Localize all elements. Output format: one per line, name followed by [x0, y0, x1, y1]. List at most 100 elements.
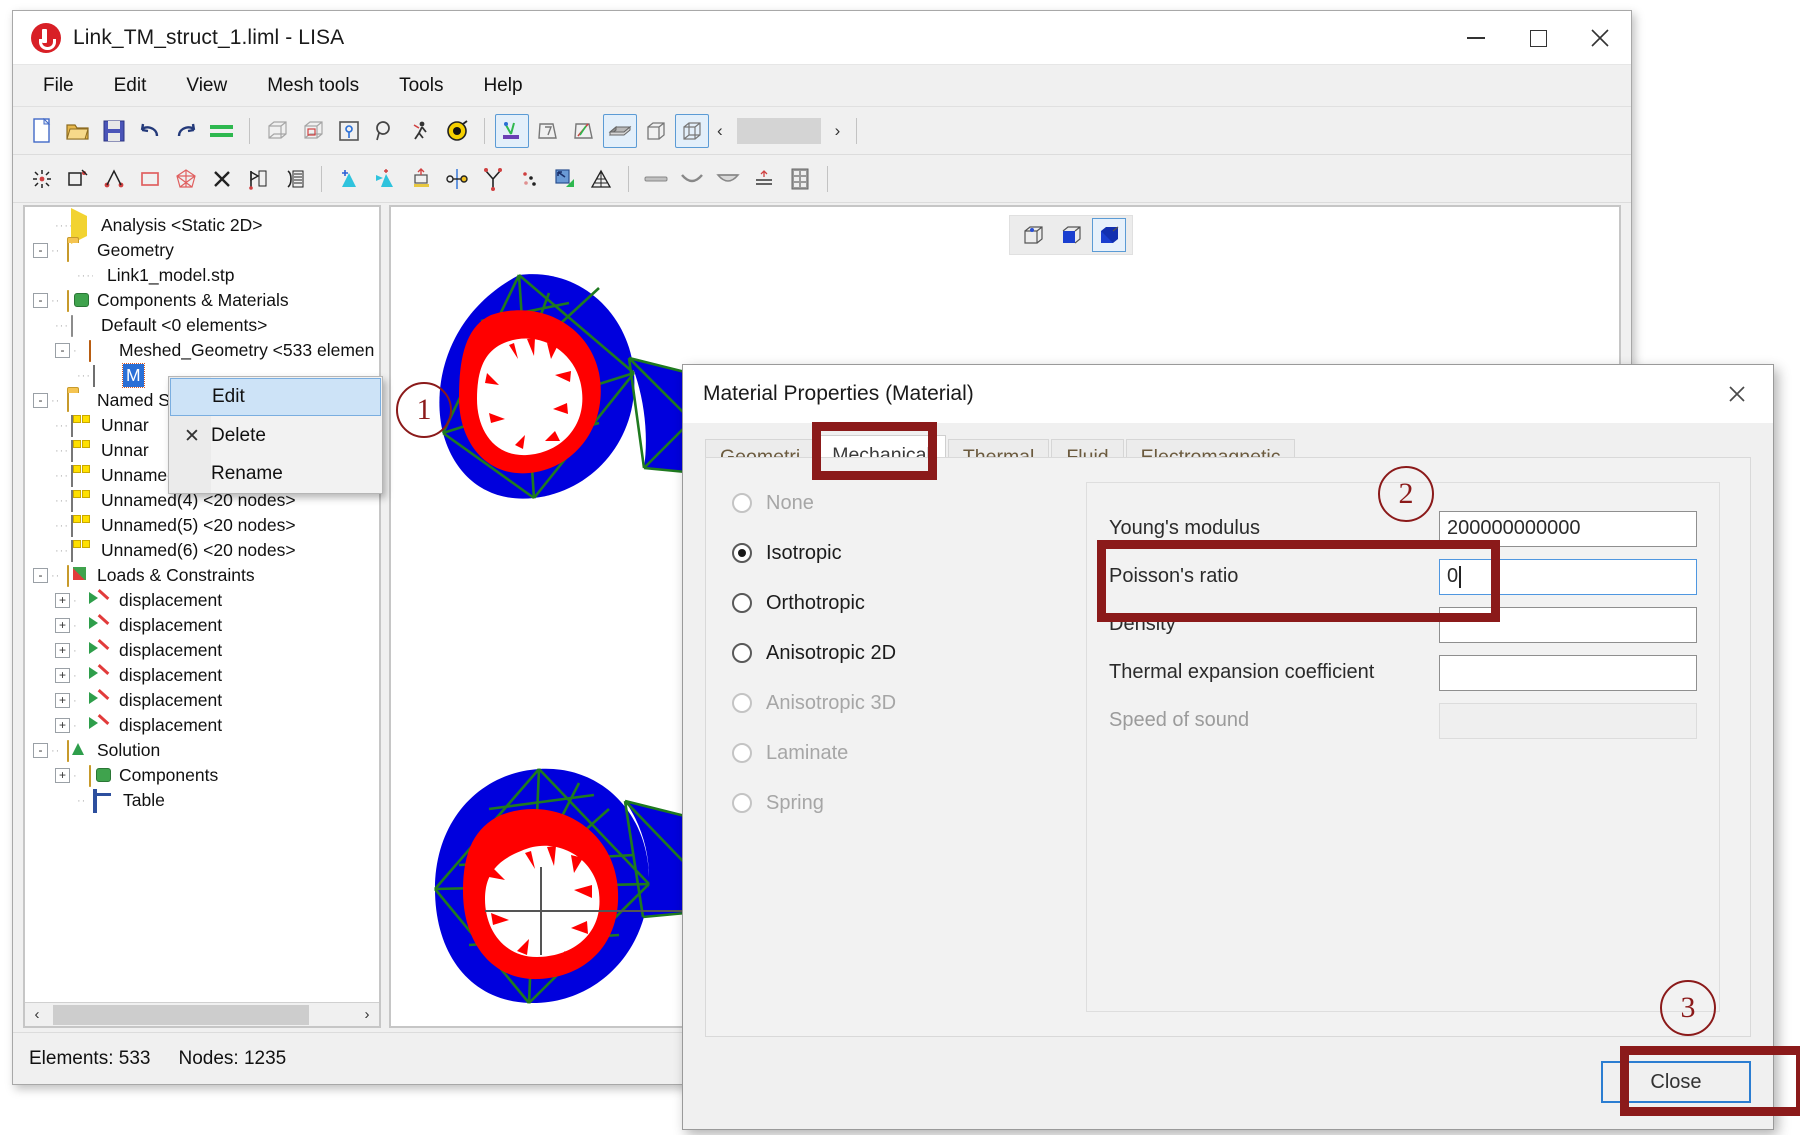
tree-expander[interactable]: -: [55, 343, 70, 358]
edge-select-icon[interactable]: [567, 114, 601, 148]
redo-icon[interactable]: [169, 114, 203, 148]
mirror-icon[interactable]: [440, 162, 474, 196]
close-button[interactable]: Close: [1601, 1061, 1751, 1103]
shaded-edges-view-button[interactable]: [1054, 218, 1088, 252]
context-menu-item-delete[interactable]: ✕ Delete: [169, 417, 382, 455]
menu-help[interactable]: Help: [479, 72, 526, 100]
tree-expander[interactable]: -: [33, 568, 48, 583]
triangle-flag-icon[interactable]: [368, 162, 402, 196]
tree-item-geometry[interactable]: - ·· Geometry: [33, 238, 379, 263]
wireframe-view-button[interactable]: [1016, 218, 1050, 252]
tree-item-solution-components[interactable]: + · Components: [33, 763, 379, 788]
open-folder-icon[interactable]: [61, 114, 95, 148]
close-button[interactable]: [1569, 11, 1631, 65]
polyhedron-icon[interactable]: [169, 162, 203, 196]
rectangle-icon[interactable]: [133, 162, 167, 196]
solid-slab-icon[interactable]: [603, 113, 637, 148]
mesh-tool-icon[interactable]: [495, 113, 529, 148]
tree-item-displacement-4[interactable]: + · displacement: [33, 663, 379, 688]
toolbar-overflow-right-arrow[interactable]: ›: [829, 121, 847, 141]
radio-option-anisotropic-2d[interactable]: Anisotropic 2D: [732, 628, 1086, 678]
radio-indicator[interactable]: [732, 543, 752, 563]
extrude-icon[interactable]: [404, 162, 438, 196]
tree-expander[interactable]: +: [55, 593, 70, 608]
shaded-view-button[interactable]: [1092, 218, 1126, 252]
shell-element-icon[interactable]: [675, 162, 709, 196]
tree-expander[interactable]: -: [33, 393, 48, 408]
surface-patch-icon[interactable]: [531, 114, 565, 148]
triangle-mesh-icon[interactable]: [584, 162, 618, 196]
mesh-cube-icon[interactable]: [675, 113, 709, 148]
wireframe-cube-icon[interactable]: [260, 114, 294, 148]
tree-item-unnamed-5[interactable]: ··· Unnamed(5) <20 nodes>: [33, 513, 379, 538]
arrow-region-icon[interactable]: [548, 162, 582, 196]
undo-icon[interactable]: [133, 114, 167, 148]
split-icon[interactable]: [476, 162, 510, 196]
tree-expander[interactable]: +: [55, 668, 70, 683]
tree-item-displacement-3[interactable]: + · displacement: [33, 638, 379, 663]
tree-expander[interactable]: +: [55, 768, 70, 783]
tree-item-displacement-6[interactable]: + · displacement: [33, 713, 379, 738]
tree-expander[interactable]: -: [33, 743, 48, 758]
tree-horizontal-scrollbar[interactable]: ‹ ›: [25, 1002, 379, 1026]
list-flag-icon[interactable]: [277, 162, 311, 196]
equals-lines-icon[interactable]: [205, 114, 239, 148]
density-input[interactable]: [1439, 606, 1697, 643]
triangle-up-icon[interactable]: [332, 162, 366, 196]
sizing-icon[interactable]: [747, 162, 781, 196]
tree-item-analysis[interactable]: ···· Analysis <Static 2D>: [33, 208, 379, 244]
menu-tools[interactable]: Tools: [395, 72, 447, 100]
box-outline-icon[interactable]: [639, 114, 673, 148]
new-document-icon[interactable]: [25, 114, 59, 148]
context-menu-item-edit[interactable]: Edit: [170, 378, 381, 416]
tree-item-link1-model-stp[interactable]: ····· Link1_model.stp: [33, 263, 379, 288]
tree-expander[interactable]: +: [55, 643, 70, 658]
scroll-left-arrow[interactable]: ‹: [25, 1006, 49, 1023]
tree-expander[interactable]: -: [33, 243, 48, 258]
solid-element-icon[interactable]: [711, 162, 745, 196]
tree-expander[interactable]: +: [55, 693, 70, 708]
line-element-icon[interactable]: [639, 162, 673, 196]
tree-expander[interactable]: +: [55, 618, 70, 633]
maximize-button[interactable]: [1507, 11, 1569, 65]
film-icon[interactable]: [783, 162, 817, 196]
radio-indicator[interactable]: [732, 593, 752, 613]
poissons-ratio-input[interactable]: 0: [1439, 558, 1697, 595]
context-menu-item-rename[interactable]: Rename: [169, 455, 382, 493]
menu-view[interactable]: View: [182, 72, 231, 100]
tree-item-displacement-2[interactable]: + · displacement: [33, 613, 379, 638]
tree-expander[interactable]: -: [33, 293, 48, 308]
tree-expander[interactable]: +: [55, 718, 70, 733]
menu-edit[interactable]: Edit: [110, 72, 151, 100]
tree-item-loads-constraints[interactable]: - ·· Loads & Constraints: [33, 563, 379, 588]
tree-item-default[interactable]: ··· Default <0 elements>: [33, 313, 379, 338]
tree-item-unnamed-6[interactable]: ··· Unnamed(6) <20 nodes>: [33, 538, 379, 563]
zoom-magnifier-icon[interactable]: [368, 114, 402, 148]
dots-icon[interactable]: [512, 162, 546, 196]
walk-icon[interactable]: [404, 114, 438, 148]
dialog-close-icon[interactable]: [1717, 377, 1757, 411]
minimize-button[interactable]: [1445, 11, 1507, 65]
menu-file[interactable]: File: [39, 72, 78, 100]
tree-item-components-materials[interactable]: - ·· Components & Materials: [33, 288, 379, 313]
youngs-modulus-input[interactable]: 200000000000: [1439, 510, 1697, 547]
line-nodes-icon[interactable]: [97, 162, 131, 196]
delete-x-icon[interactable]: [205, 162, 239, 196]
toolbar-overflow-left-arrow[interactable]: ‹: [711, 121, 729, 141]
node-pick-icon[interactable]: [332, 114, 366, 148]
scrollbar-thumb[interactable]: [53, 1004, 309, 1025]
radio-option-isotropic[interactable]: Isotropic: [732, 528, 1086, 578]
radio-indicator[interactable]: [732, 643, 752, 663]
tree-item-displacement-1[interactable]: + · displacement: [33, 588, 379, 613]
tree-item-solution[interactable]: - ·· Solution: [33, 738, 379, 763]
save-disk-icon[interactable]: [97, 114, 131, 148]
target-sphere-icon[interactable]: [440, 114, 474, 148]
tree-item-table[interactable]: ·· Table: [33, 788, 379, 813]
cube-select-icon[interactable]: [296, 114, 330, 148]
menu-mesh-tools[interactable]: Mesh tools: [263, 72, 363, 100]
radio-option-orthotropic[interactable]: Orthotropic: [732, 578, 1086, 628]
tree-item-meshed-geometry[interactable]: - · Meshed_Geometry <533 elemen: [33, 338, 379, 363]
thermal-expansion-coefficient-input[interactable]: [1439, 654, 1697, 691]
tree-item-displacement-5[interactable]: + · displacement: [33, 688, 379, 713]
axis-flag-icon[interactable]: [241, 162, 275, 196]
